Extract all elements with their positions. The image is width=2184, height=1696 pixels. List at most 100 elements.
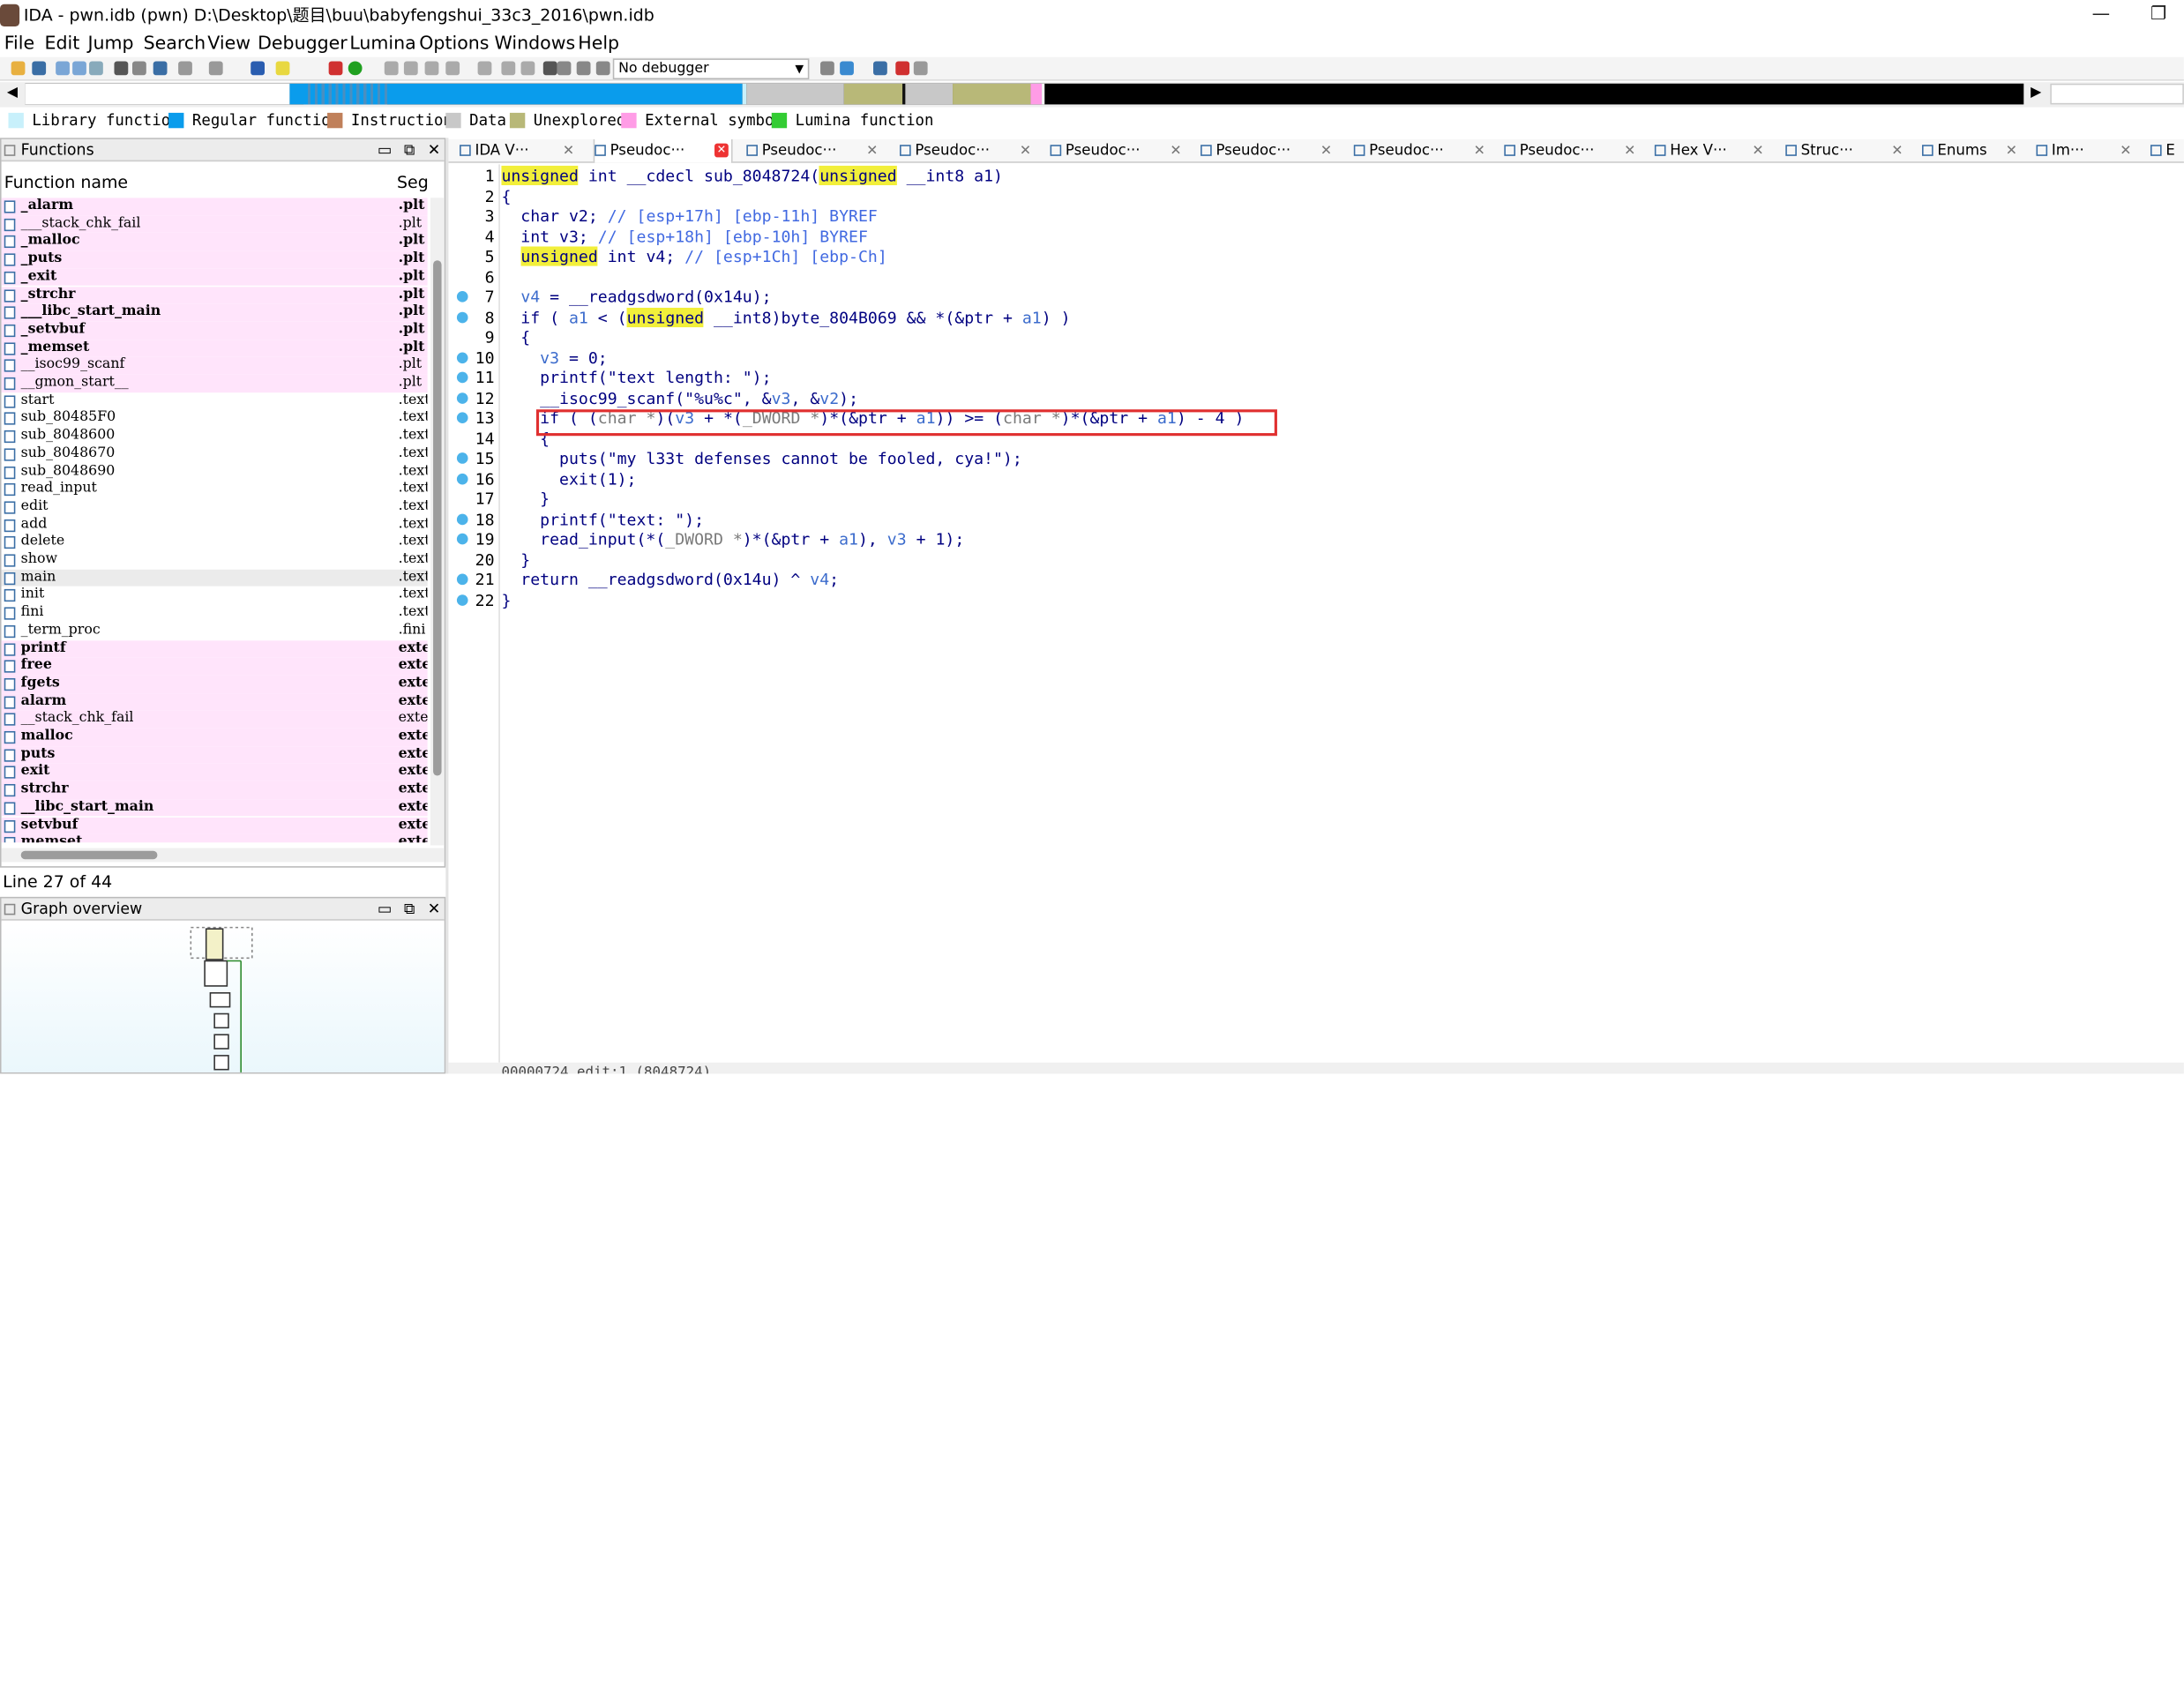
function-row[interactable]: ___libc_start_main .plt	[1, 303, 428, 322]
function-row[interactable]: read_input .text	[1, 481, 428, 499]
edit-icon[interactable]	[89, 61, 103, 76]
tab-6[interactable]: Pseudoc··· ✕	[1200, 139, 1340, 163]
functions-column-header[interactable]: Function name Seg	[2, 171, 430, 193]
function-row[interactable]: setvbuf extern	[1, 817, 428, 835]
forward-icon[interactable]	[178, 61, 192, 76]
breakpoint-dot-icon[interactable]	[456, 452, 468, 464]
scrollbar-thumb[interactable]	[433, 260, 442, 776]
function-row[interactable]: __stack_chk_fail extern	[1, 710, 428, 728]
save-icon[interactable]	[32, 61, 47, 76]
tab-3[interactable]: Pseudoc··· ✕	[746, 139, 886, 163]
tab-13[interactable]: E	[2150, 139, 2184, 163]
function-row[interactable]: _exit .plt	[1, 268, 428, 287]
functions-vertical-scrollbar[interactable]	[430, 198, 445, 846]
tab-close-icon[interactable]: ✕	[714, 143, 729, 158]
function-row[interactable]: edit .text	[1, 498, 428, 517]
pause-icon[interactable]	[576, 61, 591, 76]
function-row[interactable]: _term_proc .fini	[1, 622, 428, 640]
tab-close-icon[interactable]: ✕	[563, 139, 574, 163]
function-icon[interactable]	[328, 61, 343, 76]
code-line[interactable]: 21 return __readgsdword(0x14u) ^ v4;	[448, 570, 2183, 590]
menu-lumina[interactable]: Lumina	[349, 31, 415, 57]
back-icon[interactable]	[153, 61, 168, 76]
unpin-icon[interactable]	[913, 61, 928, 76]
code-line[interactable]: 6	[448, 266, 2183, 287]
tab-close-icon[interactable]: ✕	[1320, 139, 1332, 163]
breakpoint-dot-icon[interactable]	[456, 291, 468, 303]
breakpoint-dot-icon[interactable]	[456, 371, 468, 384]
tab-close-icon[interactable]: ✕	[1624, 139, 1635, 163]
function-row[interactable]: printf extern	[1, 639, 428, 658]
menu-edit[interactable]: Edit	[45, 31, 80, 57]
code-line[interactable]: 19 read_input(*(_DWORD *)*(&ptr + a1), v…	[448, 529, 2183, 549]
code-line[interactable]: 17 }	[448, 489, 2183, 509]
maximize-icon[interactable]: ▭	[378, 898, 392, 920]
function-row[interactable]: _alarm .plt	[1, 198, 428, 216]
column-segment[interactable]: Seg	[397, 171, 429, 193]
close-icon[interactable]: ✕	[428, 898, 441, 920]
function-row[interactable]: puts extern	[1, 745, 428, 764]
tab-1[interactable]: IDA V··· ✕	[460, 139, 582, 163]
graph-overview-canvas[interactable]	[1, 922, 445, 1072]
menu-view[interactable]: View	[207, 31, 251, 57]
code-line[interactable]: 9 {	[448, 327, 2183, 347]
breakpoint-dot-icon[interactable]	[456, 351, 468, 363]
breakpoint-dot-icon[interactable]	[456, 573, 468, 586]
function-row[interactable]: memset extern	[1, 834, 428, 843]
tab-close-icon[interactable]: ✕	[1020, 139, 1031, 163]
function-row[interactable]: sub_8048690 .text	[1, 463, 428, 482]
function-row[interactable]: fgets extern	[1, 675, 428, 693]
tab-close-icon[interactable]: ✕	[2120, 139, 2131, 163]
down-arrow-icon[interactable]	[251, 61, 266, 76]
code-line[interactable]: 8 if ( a1 < (unsigned __int8)byte_804B06…	[448, 307, 2183, 327]
nav-right-arrow-icon[interactable]: ▶	[2031, 85, 2041, 100]
function-row[interactable]: exit extern	[1, 763, 428, 781]
breakpoint-dot-icon[interactable]	[456, 512, 468, 525]
tab-10[interactable]: Struc··· ✕	[1785, 139, 1911, 163]
nav-left-arrow-icon[interactable]: ◀	[7, 85, 18, 100]
lumina-pull-icon[interactable]	[840, 61, 854, 76]
breakpoint-icon[interactable]	[873, 61, 887, 76]
copy-icon[interactable]	[56, 61, 70, 76]
text-icon[interactable]	[275, 61, 290, 76]
xref-icon[interactable]	[403, 61, 418, 76]
function-row[interactable]: __isoc99_scanf .plt	[1, 356, 428, 375]
function-row[interactable]: init .text	[1, 587, 428, 605]
function-row[interactable]: malloc extern	[1, 728, 428, 746]
function-row[interactable]: __libc_start_main extern	[1, 799, 428, 818]
tab-close-icon[interactable]: ✕	[1891, 139, 1903, 163]
enum-icon[interactable]	[501, 61, 516, 76]
pseudocode-view[interactable]: 1 unsigned int __cdecl sub_8048724(unsign…	[448, 164, 2184, 1063]
navigation-band[interactable]: ◀ ▶	[0, 82, 2184, 108]
close-icon[interactable]: ✕	[428, 139, 441, 161]
code-line[interactable]: 11 printf("text length: ");	[448, 368, 2183, 388]
code-line[interactable]: 15 puts("my l33t defenses cannot be fool…	[448, 448, 2183, 468]
function-row[interactable]: free extern	[1, 657, 428, 676]
tab-5[interactable]: Pseudoc··· ✕	[1050, 139, 1190, 163]
maximize-icon[interactable]: ▭	[378, 139, 392, 161]
column-function-name[interactable]: Function name	[4, 171, 128, 193]
menu-file[interactable]: File	[4, 31, 34, 57]
undo-icon[interactable]	[114, 61, 129, 76]
tab-2[interactable]: Pseudoc··· ✕	[593, 138, 733, 163]
menu-search[interactable]: Search	[144, 31, 206, 57]
paste-icon[interactable]	[72, 61, 86, 76]
function-row[interactable]: sub_8048670 .text	[1, 445, 428, 463]
function-row[interactable]: fini .text	[1, 604, 428, 623]
patch-icon[interactable]	[445, 61, 460, 76]
tab-11[interactable]: Enums ✕	[1922, 139, 2025, 163]
code-line[interactable]: 3 char v2; // [esp+17h] [ebp-11h] BYREF	[448, 206, 2183, 227]
minimize-button[interactable]: —	[2092, 0, 2111, 31]
function-row[interactable]: sub_80485F0 .text	[1, 409, 428, 428]
breakpoint-dot-icon[interactable]	[456, 473, 468, 484]
tab-close-icon[interactable]: ✕	[1752, 139, 1763, 163]
function-row[interactable]: show .text	[1, 551, 428, 570]
tab-9[interactable]: Hex V··· ✕	[1654, 139, 1772, 163]
bookmark-icon[interactable]	[895, 61, 910, 76]
open-icon[interactable]	[11, 61, 26, 76]
code-line[interactable]: 7 v4 = __readgsdword(0x14u);	[448, 287, 2183, 307]
tools-icon[interactable]	[520, 61, 535, 76]
float-icon[interactable]: ⧉	[404, 898, 415, 920]
menu-options[interactable]: Options	[419, 31, 489, 57]
tab-8[interactable]: Pseudoc··· ✕	[1504, 139, 1643, 163]
